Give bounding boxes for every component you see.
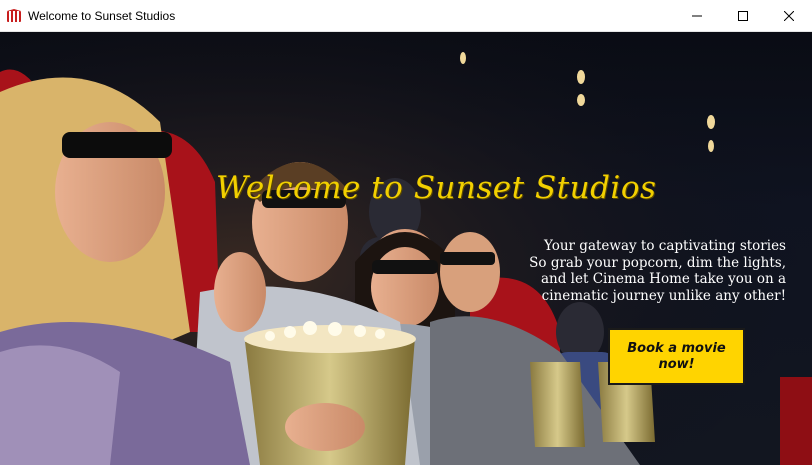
window-controls bbox=[674, 0, 812, 32]
book-movie-button[interactable]: Book a movie now! bbox=[608, 328, 745, 385]
close-icon bbox=[784, 11, 794, 21]
minimize-icon bbox=[692, 11, 702, 21]
tagline-line: and let Cinema Home take you on a bbox=[541, 271, 786, 287]
film-reel-icon bbox=[6, 8, 22, 24]
hero-tagline: Your gateway to captivating stories So g… bbox=[426, 238, 786, 304]
tagline-line: So grab your popcorn, dim the lights, bbox=[529, 254, 786, 271]
window-title: Welcome to Sunset Studios bbox=[28, 8, 176, 23]
window-titlebar: Welcome to Sunset Studios bbox=[0, 0, 812, 32]
minimize-button[interactable] bbox=[674, 0, 720, 32]
hero-headline: Welcome to Sunset Studios bbox=[216, 170, 657, 206]
close-button[interactable] bbox=[766, 0, 812, 32]
maximize-icon bbox=[738, 11, 748, 21]
hero-section: Welcome to Sunset Studios Your gateway t… bbox=[0, 32, 812, 465]
tagline-line: cinematic journey unlike any other! bbox=[541, 287, 786, 304]
tagline-line: Your gateway to captivating stories bbox=[544, 238, 786, 254]
maximize-button[interactable] bbox=[720, 0, 766, 32]
